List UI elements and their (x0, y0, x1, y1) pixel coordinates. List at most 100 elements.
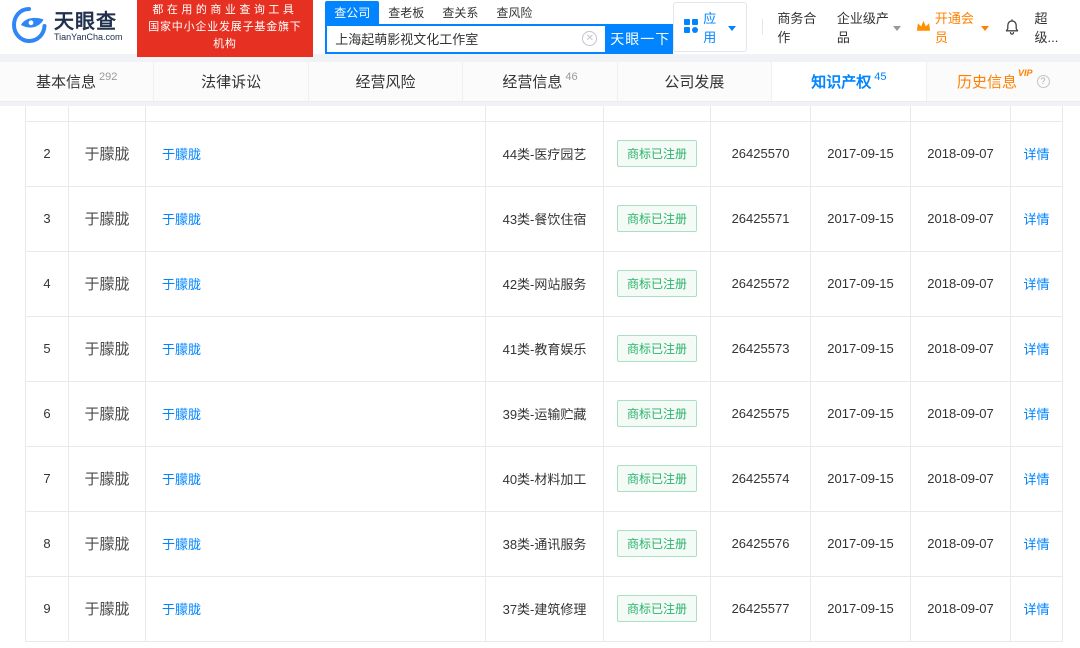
search-tab-company[interactable]: 查公司 (325, 0, 380, 24)
apps-menu[interactable]: 应用 (673, 2, 747, 52)
search-tab-boss[interactable]: 查老板 (379, 1, 433, 24)
cell-trademark-name: 于朦胧 (68, 315, 146, 382)
cell-index: 7 (25, 445, 69, 512)
cell-reg-number: 26425573 (710, 315, 811, 382)
cell-category: 43类-餐饮住宿 (485, 185, 604, 252)
cell-empty (68, 106, 146, 122)
tab-history-info[interactable]: 历史信息 VIP ? (925, 62, 1080, 101)
tab-business-info[interactable]: 经营信息 46 (462, 62, 616, 101)
detail-link[interactable]: 详情 (1023, 147, 1049, 162)
cell-category: 41类-教育娱乐 (485, 315, 604, 382)
applicant-link[interactable]: 于朦胧 (162, 407, 201, 422)
tab-label: 知识产权 (811, 74, 872, 91)
table-row: 7 于朦胧 于朦胧 40类-材料加工 商标已注册 26425574 2017-0… (25, 445, 1063, 512)
cell-reg-number: 26425572 (710, 250, 811, 317)
cell-reg-number: 26425575 (710, 380, 811, 447)
tab-label: 经营信息 (502, 74, 563, 91)
tab-count: 292 (99, 70, 118, 83)
user-account-menu[interactable]: 超级... (1035, 8, 1066, 46)
detail-link[interactable]: 详情 (1023, 212, 1049, 227)
status-badge: 商标已注册 (616, 270, 697, 297)
cell-applicant: 于朦胧 (145, 120, 486, 187)
applicant-link[interactable]: 于朦胧 (162, 147, 201, 162)
tab-count: 46 (565, 70, 578, 83)
applicant-link[interactable]: 于朦胧 (162, 277, 201, 292)
cell-apply-date: 2017-09-15 (810, 510, 911, 577)
business-cooperation-link[interactable]: 商务合作 (777, 8, 821, 46)
tab-basic-info[interactable]: 基本信息 292 (0, 62, 153, 101)
open-vip-menu[interactable]: 开通会员 (916, 8, 989, 46)
tab-label: 经营风险 (355, 74, 416, 91)
search-input[interactable] (335, 31, 583, 46)
table-row: 5 于朦胧 于朦胧 41类-教育娱乐 商标已注册 26425573 2017-0… (25, 315, 1063, 382)
cell-apply-date: 2017-09-15 (810, 120, 911, 187)
cell-status: 商标已注册 (603, 315, 711, 382)
cell-category: 42类-网站服务 (485, 250, 604, 317)
status-badge: 商标已注册 (616, 595, 697, 622)
cell-trademark-name: 于朦胧 (68, 445, 146, 512)
cell-reg-number: 26425574 (710, 445, 811, 512)
cell-category: 37类-建筑修理 (485, 575, 604, 642)
header-menu: 应用 商务合作 企业级产品 开通会员 超级... (673, 2, 1066, 52)
chevron-down-icon (980, 25, 989, 31)
cell-status: 商标已注册 (603, 510, 711, 577)
table-row: 4 于朦胧 于朦胧 42类-网站服务 商标已注册 26425572 2017-0… (25, 250, 1063, 317)
applicant-link[interactable]: 于朦胧 (162, 472, 201, 487)
tab-label: 公司发展 (664, 74, 725, 91)
cell-index: 8 (25, 510, 69, 577)
cell-action: 详情 (1010, 120, 1063, 187)
detail-link[interactable]: 详情 (1023, 472, 1049, 487)
search-tab-risk[interactable]: 查风险 (487, 1, 541, 24)
chevron-down-icon (727, 25, 736, 31)
cell-reg-date: 2018-09-07 (910, 445, 1011, 512)
detail-link[interactable]: 详情 (1023, 277, 1049, 292)
info-icon[interactable]: ? (1036, 75, 1050, 88)
notification-bell-icon[interactable] (1004, 18, 1020, 36)
cell-index: 3 (25, 185, 69, 252)
tianyancha-logo[interactable]: 天眼查 TianYanCha.com (10, 6, 123, 49)
detail-link[interactable]: 详情 (1023, 342, 1049, 357)
detail-link[interactable]: 详情 (1023, 407, 1049, 422)
applicant-link[interactable]: 于朦胧 (162, 602, 201, 617)
status-badge: 商标已注册 (616, 400, 697, 427)
trademark-section: 2 于朦胧 于朦胧 44类-医疗园艺 商标已注册 26425570 2017-0… (0, 106, 1080, 648)
tab-company-development[interactable]: 公司发展 (616, 62, 771, 101)
cell-trademark-name: 于朦胧 (68, 510, 146, 577)
tab-legal-litigation[interactable]: 法律诉讼 (153, 62, 307, 101)
cell-empty (1010, 106, 1063, 122)
cell-trademark-name: 于朦胧 (68, 250, 146, 317)
cell-trademark-name: 于朦胧 (68, 380, 146, 447)
menu-divider (761, 19, 763, 35)
cell-apply-date: 2017-09-15 (810, 575, 911, 642)
chevron-down-icon (892, 25, 901, 31)
cell-reg-date: 2018-09-07 (910, 510, 1011, 577)
cell-reg-date: 2018-09-07 (910, 380, 1011, 447)
detail-link[interactable]: 详情 (1023, 602, 1049, 617)
search-tab-relation[interactable]: 查关系 (433, 1, 487, 24)
enterprise-product-menu[interactable]: 企业级产品 (837, 8, 901, 46)
cell-reg-date: 2018-09-07 (910, 185, 1011, 252)
cell-trademark-name: 于朦胧 (68, 575, 146, 642)
cell-action: 详情 (1010, 250, 1063, 317)
tab-intellectual-property[interactable]: 知识产权 45 (771, 62, 926, 101)
applicant-link[interactable]: 于朦胧 (162, 212, 201, 227)
applicant-link[interactable]: 于朦胧 (162, 537, 201, 552)
cell-empty (25, 106, 69, 122)
trademark-table-body: 2 于朦胧 于朦胧 44类-医疗园艺 商标已注册 26425570 2017-0… (25, 106, 1063, 642)
search-button[interactable]: 天眼一下 (607, 23, 674, 54)
cell-status: 商标已注册 (603, 380, 711, 447)
tab-label: 法律诉讼 (201, 74, 262, 91)
cell-index: 6 (25, 380, 69, 447)
clear-search-icon[interactable]: ✕ (582, 31, 598, 46)
status-badge: 商标已注册 (616, 140, 697, 167)
trademark-table: 2 于朦胧 于朦胧 44类-医疗园艺 商标已注册 26425570 2017-0… (25, 106, 1063, 642)
tab-label: 基本信息 (36, 74, 97, 91)
applicant-link[interactable]: 于朦胧 (162, 342, 201, 357)
cell-trademark-name: 于朦胧 (68, 120, 146, 187)
cell-reg-number: 26425570 (710, 120, 811, 187)
tab-operational-risk[interactable]: 经营风险 (307, 62, 462, 101)
detail-link[interactable]: 详情 (1023, 537, 1049, 552)
tab-label: 历史信息 (956, 74, 1017, 91)
section-tabs: 基本信息 292 法律诉讼 经营风险 经营信息 46 公司发展 知识产权 45 … (0, 62, 1080, 102)
enterprise-product-label: 企业级产品 (836, 11, 889, 45)
